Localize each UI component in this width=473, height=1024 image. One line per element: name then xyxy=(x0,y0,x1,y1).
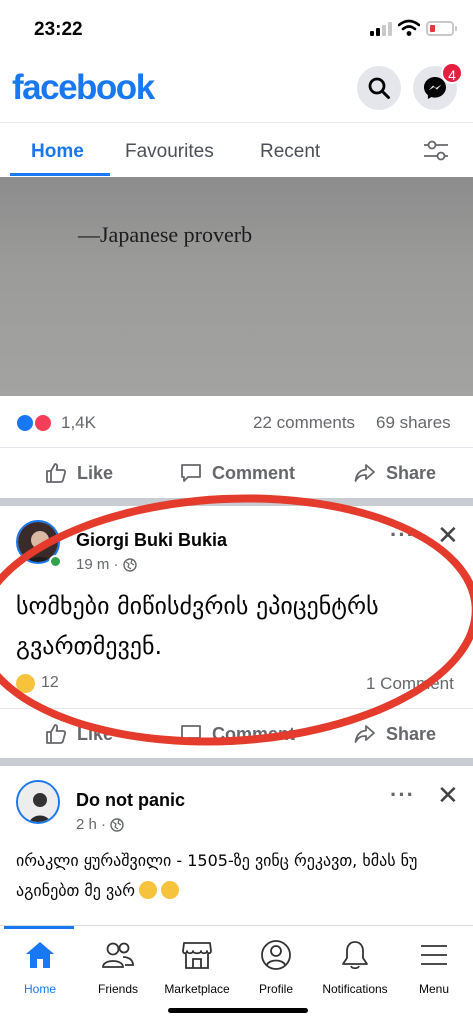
like-button[interactable]: Like xyxy=(44,461,113,485)
post-meta: 19 m · xyxy=(76,556,137,573)
like-reaction-icon xyxy=(15,413,35,433)
facebook-logo: facebook xyxy=(12,68,155,107)
post-separator xyxy=(0,498,473,506)
comment-button[interactable]: Comment xyxy=(179,722,295,746)
battery-icon xyxy=(426,21,457,36)
like-icon xyxy=(46,724,67,744)
nav-label: Marketplace xyxy=(164,982,230,996)
post1-reactions-row: 1,4K 22 comments 69 shares xyxy=(0,400,473,444)
comment-label: Comment xyxy=(212,723,296,744)
like-icon xyxy=(46,463,67,483)
profile-icon xyxy=(261,940,291,970)
nav-profile[interactable]: Profile xyxy=(236,938,316,996)
filter-icon[interactable] xyxy=(422,139,450,163)
haha-reaction-icon xyxy=(16,674,35,693)
nav-menu[interactable]: Menu xyxy=(394,938,473,996)
feed-tabs: Home Favourites Recent xyxy=(0,122,473,176)
online-indicator xyxy=(49,555,62,568)
nav-label: Notifications xyxy=(322,982,388,996)
nav-home[interactable]: Home xyxy=(0,938,80,996)
post-meta: 2 h · xyxy=(76,816,124,833)
post-text: ირაკლი ყურაშვილი - 1505-ზე ვინც რეკავთ, … xyxy=(16,846,456,906)
avatar[interactable] xyxy=(16,780,60,824)
share-button[interactable]: Share xyxy=(353,461,436,485)
messenger-badge: 4 xyxy=(441,62,463,84)
comments-count[interactable]: 1 Comment xyxy=(366,674,454,694)
avatar-image xyxy=(18,782,58,822)
tab-home[interactable]: Home xyxy=(31,141,84,163)
sweat-smile-emoji-icon xyxy=(161,881,179,899)
photo-caption: —Japanese proverb xyxy=(78,222,253,247)
share-label: Share xyxy=(386,462,437,483)
comment-button[interactable]: Comment xyxy=(179,461,295,485)
comments-count[interactable]: 22 comments xyxy=(253,413,355,433)
nav-label: Profile xyxy=(258,982,293,996)
active-nav-indicator xyxy=(4,926,74,929)
share-button[interactable]: Share xyxy=(353,722,436,746)
signal-icon xyxy=(370,22,392,36)
post-card: Do not panic 2 h · ··· ✕ ირაკლი ყურაშვილ… xyxy=(0,766,473,926)
like-label: Like xyxy=(77,462,114,483)
post-separator xyxy=(0,758,473,766)
post-time: 19 m · xyxy=(76,556,119,573)
like-label: Like xyxy=(77,723,114,744)
comment-label: Comment xyxy=(212,462,296,483)
menu-icon xyxy=(421,945,447,965)
reaction-count[interactable]: 12 xyxy=(41,674,59,692)
nav-notifications[interactable]: Notifications xyxy=(315,938,395,996)
home-indicator xyxy=(168,1008,308,1013)
post1-actions: Like Comment Share xyxy=(0,447,473,497)
status-bar: 23:22 xyxy=(0,0,473,58)
more-options-icon[interactable]: ··· xyxy=(390,782,415,808)
nav-label: Friends xyxy=(97,982,138,996)
comment-icon xyxy=(181,464,201,482)
close-icon[interactable]: ✕ xyxy=(437,782,459,808)
post-card: Giorgi Buki Bukia 19 m · ··· ✕ სომხები მ… xyxy=(0,508,473,758)
tab-recent[interactable]: Recent xyxy=(260,141,320,163)
globe-icon xyxy=(110,817,124,832)
nav-label: Menu xyxy=(418,982,450,996)
like-button[interactable]: Like xyxy=(44,722,113,746)
post2-actions: Like Comment Share xyxy=(0,708,473,758)
active-tab-indicator xyxy=(10,173,110,176)
post-text-content: ირაკლი ყურაშვილი - 1505-ზე ვინც რეკავთ, … xyxy=(16,851,418,900)
post-author[interactable]: Giorgi Buki Bukia xyxy=(76,530,227,551)
marketplace-icon xyxy=(182,942,212,969)
love-reaction-icon xyxy=(33,413,53,433)
wifi-icon xyxy=(398,19,420,36)
more-options-icon[interactable]: ··· xyxy=(390,522,415,548)
share-icon xyxy=(354,464,375,482)
search-button[interactable] xyxy=(357,66,401,110)
post-time: 2 h · xyxy=(76,816,107,833)
rolling-eyes-emoji-icon xyxy=(139,881,157,899)
nav-label: Home xyxy=(23,982,56,996)
post-text: სომხები მიწისძვრის ეპიცენტრს გვართმევენ. xyxy=(16,592,379,660)
shares-count[interactable]: 69 shares xyxy=(376,413,451,433)
globe-icon xyxy=(122,557,137,572)
post-author[interactable]: Do not panic xyxy=(76,790,185,811)
friends-icon xyxy=(102,942,134,968)
share-icon xyxy=(354,725,375,743)
nav-marketplace[interactable]: Marketplace xyxy=(157,938,237,996)
home-icon xyxy=(26,942,54,968)
status-time: 23:22 xyxy=(34,19,83,40)
comment-icon xyxy=(181,725,201,743)
search-icon xyxy=(368,77,390,99)
post-photo[interactable]: —Japanese proverb xyxy=(0,177,473,396)
app-header: facebook xyxy=(0,58,473,122)
share-label: Share xyxy=(386,723,437,744)
nav-friends[interactable]: Friends xyxy=(78,938,158,996)
tab-favourites[interactable]: Favourites xyxy=(125,141,214,163)
reaction-count[interactable]: 1,4K xyxy=(61,413,96,433)
bell-icon xyxy=(342,941,368,970)
close-icon[interactable]: ✕ xyxy=(437,522,459,548)
